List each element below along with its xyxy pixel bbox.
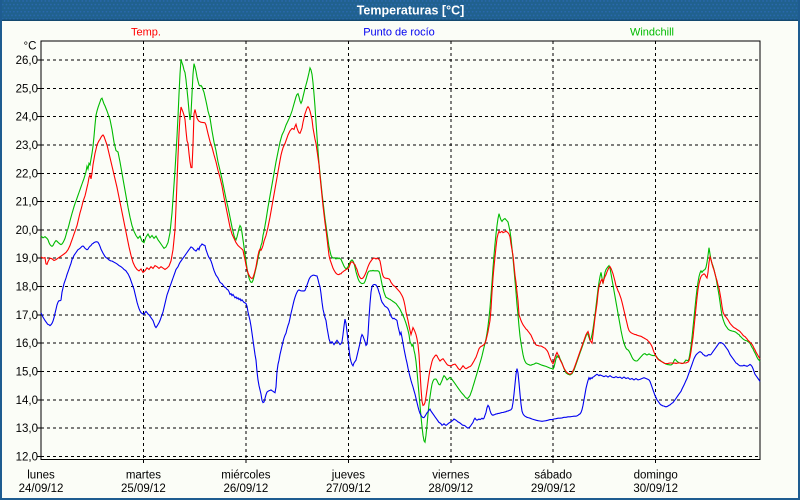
svg-text:12,0: 12,0 (16, 451, 38, 463)
svg-text:25/09/12: 25/09/12 (121, 483, 166, 495)
svg-text:16,0: 16,0 (16, 338, 38, 350)
svg-text:15,0: 15,0 (16, 367, 38, 379)
svg-text:26/09/12: 26/09/12 (224, 483, 269, 495)
svg-text:14,0: 14,0 (16, 395, 38, 407)
svg-text:sábado: sábado (534, 470, 572, 482)
svg-text:jueves: jueves (331, 470, 365, 482)
svg-text:martes: martes (126, 470, 161, 482)
svg-text:lunes: lunes (27, 470, 55, 482)
svg-text:miércoles: miércoles (221, 470, 270, 482)
svg-text:18,0: 18,0 (16, 282, 38, 294)
svg-text:13,0: 13,0 (16, 423, 38, 435)
svg-text:°C: °C (24, 41, 37, 53)
svg-text:27/09/12: 27/09/12 (326, 483, 371, 495)
svg-text:Temperaturas [°C]: Temperaturas [°C] (357, 4, 465, 18)
svg-text:20,0: 20,0 (16, 225, 38, 237)
svg-text:21,0: 21,0 (16, 197, 38, 209)
svg-text:22,0: 22,0 (16, 168, 38, 180)
svg-text:domingo: domingo (634, 470, 678, 482)
svg-text:Windchill: Windchill (630, 27, 674, 39)
svg-text:28/09/12: 28/09/12 (428, 483, 473, 495)
svg-text:25,0: 25,0 (16, 83, 38, 95)
svg-text:viernes: viernes (432, 470, 469, 482)
svg-text:30/09/12: 30/09/12 (633, 483, 678, 495)
svg-text:17,0: 17,0 (16, 310, 38, 322)
svg-text:26,0: 26,0 (16, 55, 38, 67)
svg-text:29/09/12: 29/09/12 (531, 483, 576, 495)
svg-text:Temp.: Temp. (131, 27, 161, 39)
svg-text:24,0: 24,0 (16, 112, 38, 124)
svg-text:19,0: 19,0 (16, 253, 38, 265)
svg-text:24/09/12: 24/09/12 (19, 483, 64, 495)
svg-text:23,0: 23,0 (16, 140, 38, 152)
svg-text:Punto de rocío: Punto de rocío (363, 27, 435, 39)
